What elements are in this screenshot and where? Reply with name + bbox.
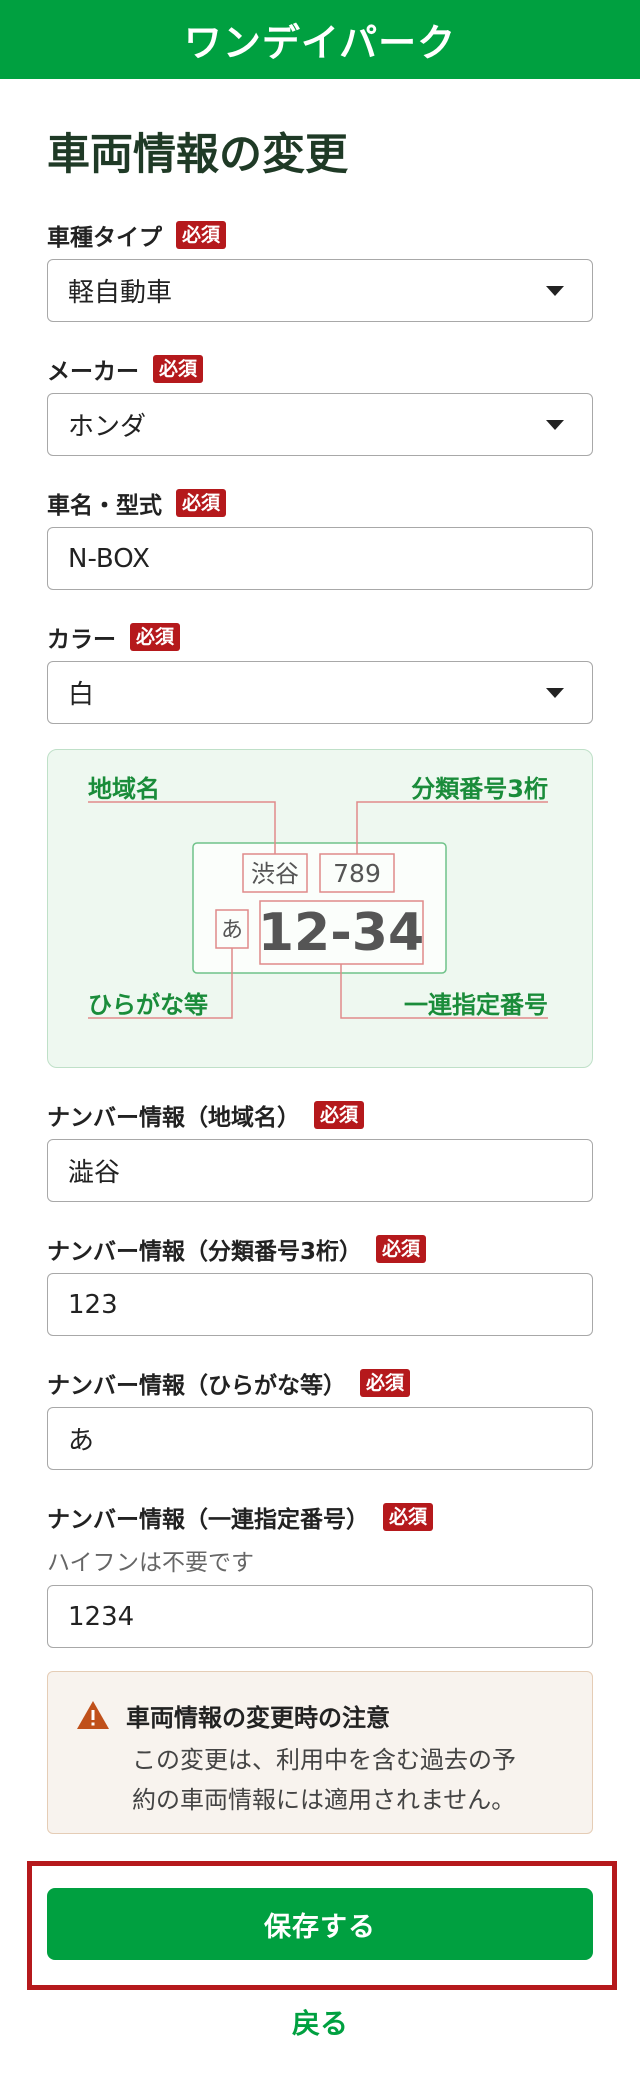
warning-icon [77, 1701, 109, 1729]
notice-body: この変更は、利用中を含む過去の予 約の車両情報には適用されません。 [132, 1746, 516, 1814]
logo[interactable]: ワンデイパーク [184, 12, 456, 67]
notice-title: 車両情報の変更時の注意 [126, 1704, 390, 1732]
plate-diagram-svg: 渋谷 789 あ 12-34 地域名 分類番号3桁 ひらがな等 一連指定番号 [88, 775, 548, 1019]
color-label: カラー 必須 [47, 620, 181, 654]
sample-class-text: 789 [333, 859, 381, 888]
sample-serial-text: 12-34 [258, 903, 424, 963]
plate-kana-label: ナンバー情報（ひらがな等） 必須 [47, 1366, 411, 1400]
required-badge: 必須 [314, 1101, 365, 1129]
label-region: 地域名 [88, 775, 160, 803]
plate-class-label: ナンバー情報（分類番号3桁） 必須 [47, 1232, 427, 1266]
required-badge: 必須 [376, 1235, 427, 1263]
color-select[interactable]: 白 [47, 661, 593, 724]
sample-kana-text: あ [221, 918, 243, 943]
required-badge: 必須 [130, 623, 181, 651]
label-kana: ひらがな等 [88, 991, 208, 1019]
sample-region-text: 渋谷 [251, 860, 299, 888]
page-title: 車両情報の変更 [47, 130, 348, 180]
save-button[interactable]: 保存する [47, 1888, 593, 1960]
plate-kana-input[interactable]: あ [47, 1407, 593, 1470]
required-badge: 必須 [383, 1503, 434, 1531]
plate-serial-hint: ハイフンは不要です [47, 1550, 254, 1576]
required-badge: 必須 [176, 221, 227, 249]
notice-box: 車両情報の変更時の注意 この変更は、利用中を含む過去の予 約の車両情報には適用さ… [47, 1671, 593, 1834]
car-type-label: 車種タイプ 必須 [47, 218, 227, 252]
app-header: ワンデイパーク [0, 0, 640, 79]
required-badge: 必須 [176, 489, 227, 517]
model-label: 車名・型式 必須 [47, 486, 227, 520]
maker-label: メーカー 必須 [47, 352, 204, 386]
maker-select[interactable]: ホンダ [47, 393, 593, 456]
plate-serial-input[interactable]: 1234 [47, 1585, 593, 1648]
plate-class-input[interactable]: 123 [47, 1273, 593, 1336]
label-class: 分類番号3桁 [411, 775, 548, 803]
chevron-down-icon [546, 285, 564, 296]
chevron-down-icon [546, 687, 564, 698]
label-serial: 一連指定番号 [404, 991, 548, 1019]
chevron-down-icon [546, 419, 564, 430]
plate-region-input[interactable]: 澁谷 [47, 1139, 593, 1202]
required-badge: 必須 [153, 355, 204, 383]
plate-serial-label: ナンバー情報（一連指定番号） 必須 [47, 1500, 434, 1534]
plate-region-label: ナンバー情報（地域名） 必須 [47, 1098, 365, 1132]
model-input[interactable]: N-BOX [47, 527, 593, 590]
back-link[interactable]: 戻る [0, 2002, 640, 2042]
required-badge: 必須 [360, 1369, 411, 1397]
car-type-select[interactable]: 軽自動車 [47, 259, 593, 322]
plate-diagram: 渋谷 789 あ 12-34 地域名 分類番号3桁 ひらがな等 一連指定番号 [47, 749, 593, 1068]
